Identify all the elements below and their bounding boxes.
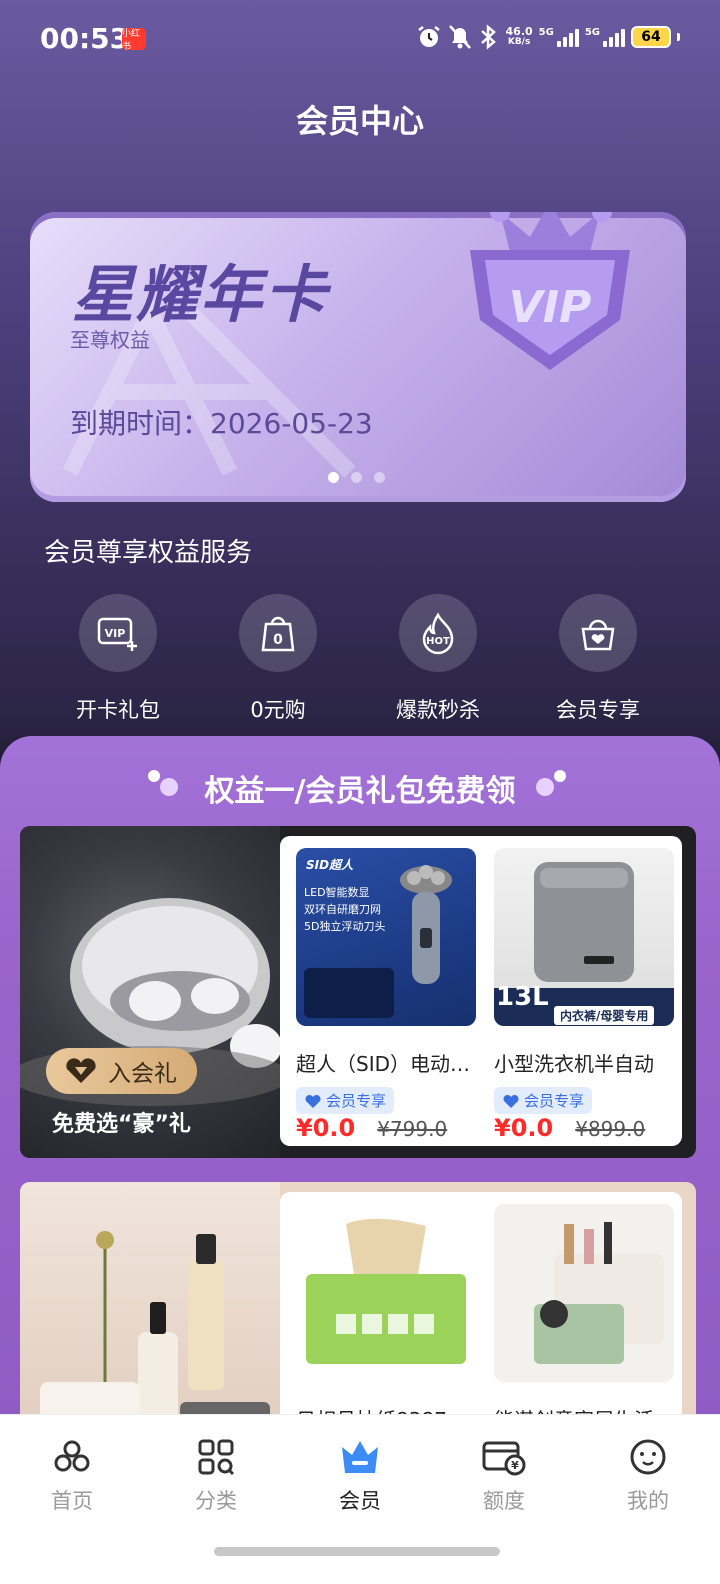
crown-icon xyxy=(342,1441,378,1473)
benefit-label: 会员专享 xyxy=(556,698,640,722)
heart-icon xyxy=(305,1094,321,1108)
svg-text:VIP: VIP xyxy=(105,627,126,640)
status-bar: 00:53 小红书 46.0 KB/s 5G 5G 64 xyxy=(0,0,720,80)
product-card-organizer[interactable]: 能谌创意家居生活 xyxy=(494,1204,674,1433)
member-exclusive-tag: 会员专享 xyxy=(296,1087,395,1114)
signal-strength-1 xyxy=(556,27,579,47)
product-card-shaver[interactable]: SID超人 LED智能数显 双环自研磨刀网 5D独立浮动刀头 超人（SID）电动… xyxy=(296,848,476,1142)
vip-card-subtitle: 至尊权益 xyxy=(70,328,150,352)
benefit-label: 开卡礼包 xyxy=(76,698,160,722)
product-image[interactable] xyxy=(296,1204,476,1382)
tab-profile[interactable]: 我的 xyxy=(576,1415,720,1525)
organizer-illustration xyxy=(534,1222,664,1364)
alarm-icon xyxy=(417,26,440,47)
benefits-title: 会员尊享权益服务 xyxy=(44,538,253,568)
signal-strength-2 xyxy=(603,27,625,47)
benefit-open-card-gift[interactable]: VIP 开卡礼包 xyxy=(38,594,198,724)
decor-dots-right xyxy=(536,768,576,798)
page-title: 会员中心 xyxy=(295,102,424,140)
app-notification-badge: 小红书 xyxy=(122,28,146,52)
tab-member[interactable]: 会员 xyxy=(288,1415,432,1525)
product-card-tissue[interactable]: 日相月抽纸8387 xyxy=(296,1204,476,1433)
carousel-dot[interactable] xyxy=(374,472,385,483)
join-gift-tag[interactable]: 入会礼 xyxy=(46,1048,197,1094)
benefits-row: VIP 开卡礼包 0 0元购 HOT 爆款秒杀 会员专享 xyxy=(0,594,720,724)
product-price: ¥0.0 xyxy=(494,1114,554,1142)
svg-text:VIP: VIP xyxy=(509,282,592,333)
gift-block-1[interactable]: 入会礼 免费选“豪”礼 SID超人 LED智能数显 双环自研磨刀网 5D独立浮动… xyxy=(20,826,696,1158)
home-icon xyxy=(54,1440,90,1472)
zero-bag-icon: 0 xyxy=(261,616,295,652)
profile-icon xyxy=(630,1439,666,1475)
tissue-illustration xyxy=(306,1218,466,1364)
vip-card-title: 星耀年卡 xyxy=(72,258,329,331)
product-card-washer[interactable]: 13L 内衣裤/母婴专用 小型洗衣机半自动 会员专享 ¥0.0 ¥899.0 xyxy=(494,848,674,1142)
carousel-dots[interactable] xyxy=(328,472,385,483)
svg-text:HOT: HOT xyxy=(426,636,450,647)
credit-card-icon: ¥ xyxy=(482,1441,526,1476)
promo-section: 权益一/会员礼包免费领 入会礼 免费选“豪”礼 SID超人 LED智能数显 双环… xyxy=(0,736,720,1514)
product-original-price: ¥899.0 xyxy=(575,1117,646,1141)
earbuds-hero-image[interactable]: 入会礼 免费选“豪”礼 xyxy=(20,826,290,1158)
tab-credit[interactable]: ¥ 额度 xyxy=(432,1415,576,1525)
vip-card-icon: VIP xyxy=(97,617,137,651)
product-image[interactable] xyxy=(494,1204,674,1382)
bottom-tab-bar: 首页 分类 会员 ¥ 额度 我的 xyxy=(0,1414,720,1584)
product-original-price: ¥799.0 xyxy=(377,1117,448,1141)
hero-subtitle: 免费选“豪”礼 xyxy=(52,1112,191,1137)
product-image[interactable]: 13L 内衣裤/母婴专用 xyxy=(494,848,674,1026)
benefit-flash-sale[interactable]: HOT 爆款秒杀 xyxy=(358,594,518,724)
heart-basket-icon xyxy=(581,619,615,651)
carousel-dot[interactable] xyxy=(328,472,339,483)
bluetooth-icon xyxy=(480,24,496,50)
shaver-illustration xyxy=(400,865,452,984)
category-icon xyxy=(198,1439,235,1476)
product-price: ¥0.0 xyxy=(296,1114,356,1142)
hot-fire-icon: HOT xyxy=(422,612,454,655)
net-speed: 46.0 KB/s xyxy=(505,25,533,47)
benefit-label: 0元购 xyxy=(250,698,306,722)
carousel-dot[interactable] xyxy=(351,472,362,483)
home-indicator[interactable] xyxy=(214,1547,500,1556)
member-exclusive-tag: 会员专享 xyxy=(494,1087,593,1114)
goods-card: SID超人 LED智能数显 双环自研磨刀网 5D独立浮动刀头 超人（SID）电动… xyxy=(280,836,682,1146)
mute-bell-icon xyxy=(448,25,471,49)
benefit-label: 爆款秒杀 xyxy=(396,698,480,722)
battery-indicator: 64 xyxy=(631,26,671,48)
vip-expire-date: 到期时间：2026-05-23 xyxy=(70,407,373,440)
product-name: 小型洗衣机半自动 xyxy=(494,1052,654,1076)
svg-text:¥: ¥ xyxy=(511,1459,519,1472)
heart-diamond-icon xyxy=(66,1058,96,1083)
product-image[interactable]: SID超人 LED智能数显 双环自研磨刀网 5D独立浮动刀头 xyxy=(296,848,476,1026)
promo-title: 权益一/会员礼包免费领 xyxy=(204,774,516,809)
tab-home[interactable]: 首页 xyxy=(0,1415,144,1525)
benefit-member-exclusive[interactable]: 会员专享 xyxy=(518,594,678,724)
product-name: 超人（SID）电动剃须刀 xyxy=(296,1052,474,1076)
svg-text:0: 0 xyxy=(273,632,283,648)
benefit-zero-purchase[interactable]: 0 0元购 xyxy=(198,594,358,724)
tab-category[interactable]: 分类 xyxy=(144,1415,288,1525)
heart-icon xyxy=(503,1094,519,1108)
status-icons: 46.0 KB/s 5G 5G 64 xyxy=(416,24,680,50)
vip-card[interactable]: 星耀年卡 至尊权益 到期时间：2026-05-23 VIP xyxy=(30,212,686,502)
status-time: 00:53 xyxy=(40,22,130,55)
vip-crown-badge-icon: VIP xyxy=(470,212,630,370)
washer-illustration xyxy=(534,862,634,982)
